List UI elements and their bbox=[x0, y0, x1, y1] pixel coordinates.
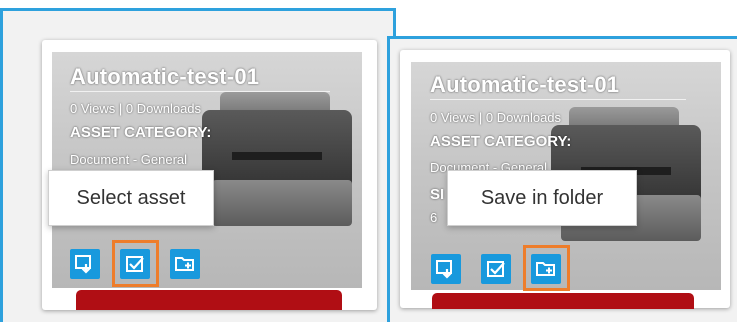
asset-extra-label: SI bbox=[430, 186, 445, 203]
title-divider bbox=[430, 99, 686, 100]
asset-title[interactable]: Automatic-test-01 bbox=[430, 72, 619, 98]
save-in-folder-highlight bbox=[523, 245, 570, 291]
download-button[interactable] bbox=[70, 249, 100, 279]
download-icon bbox=[436, 260, 452, 279]
asset-stats: 0 Views | 0 Downloads bbox=[70, 101, 202, 116]
asset-stats: 0 Views | 0 Downloads bbox=[430, 110, 562, 125]
select-asset-button-right[interactable] bbox=[481, 254, 511, 284]
primary-action-bar[interactable] bbox=[76, 290, 342, 310]
download-icon bbox=[75, 255, 91, 274]
asset-category-label: ASSET CATEGORY: bbox=[430, 133, 572, 150]
asset-title[interactable]: Automatic-test-01 bbox=[70, 64, 259, 90]
tooltip-save-in-folder: Save in folder bbox=[447, 170, 637, 226]
title-divider bbox=[70, 91, 330, 92]
save-in-folder-button-left[interactable] bbox=[170, 249, 200, 279]
checkbox-icon bbox=[487, 261, 505, 277]
asset-category-value: Document - General bbox=[70, 152, 188, 167]
select-asset-highlight bbox=[112, 240, 159, 287]
asset-extra-value: 6 bbox=[430, 210, 438, 225]
tooltip-select-asset: Select asset bbox=[48, 170, 214, 226]
asset-category-label: ASSET CATEGORY: bbox=[70, 124, 212, 141]
folder-add-icon bbox=[175, 257, 194, 271]
download-button[interactable] bbox=[431, 254, 461, 284]
primary-action-bar[interactable] bbox=[432, 293, 694, 309]
